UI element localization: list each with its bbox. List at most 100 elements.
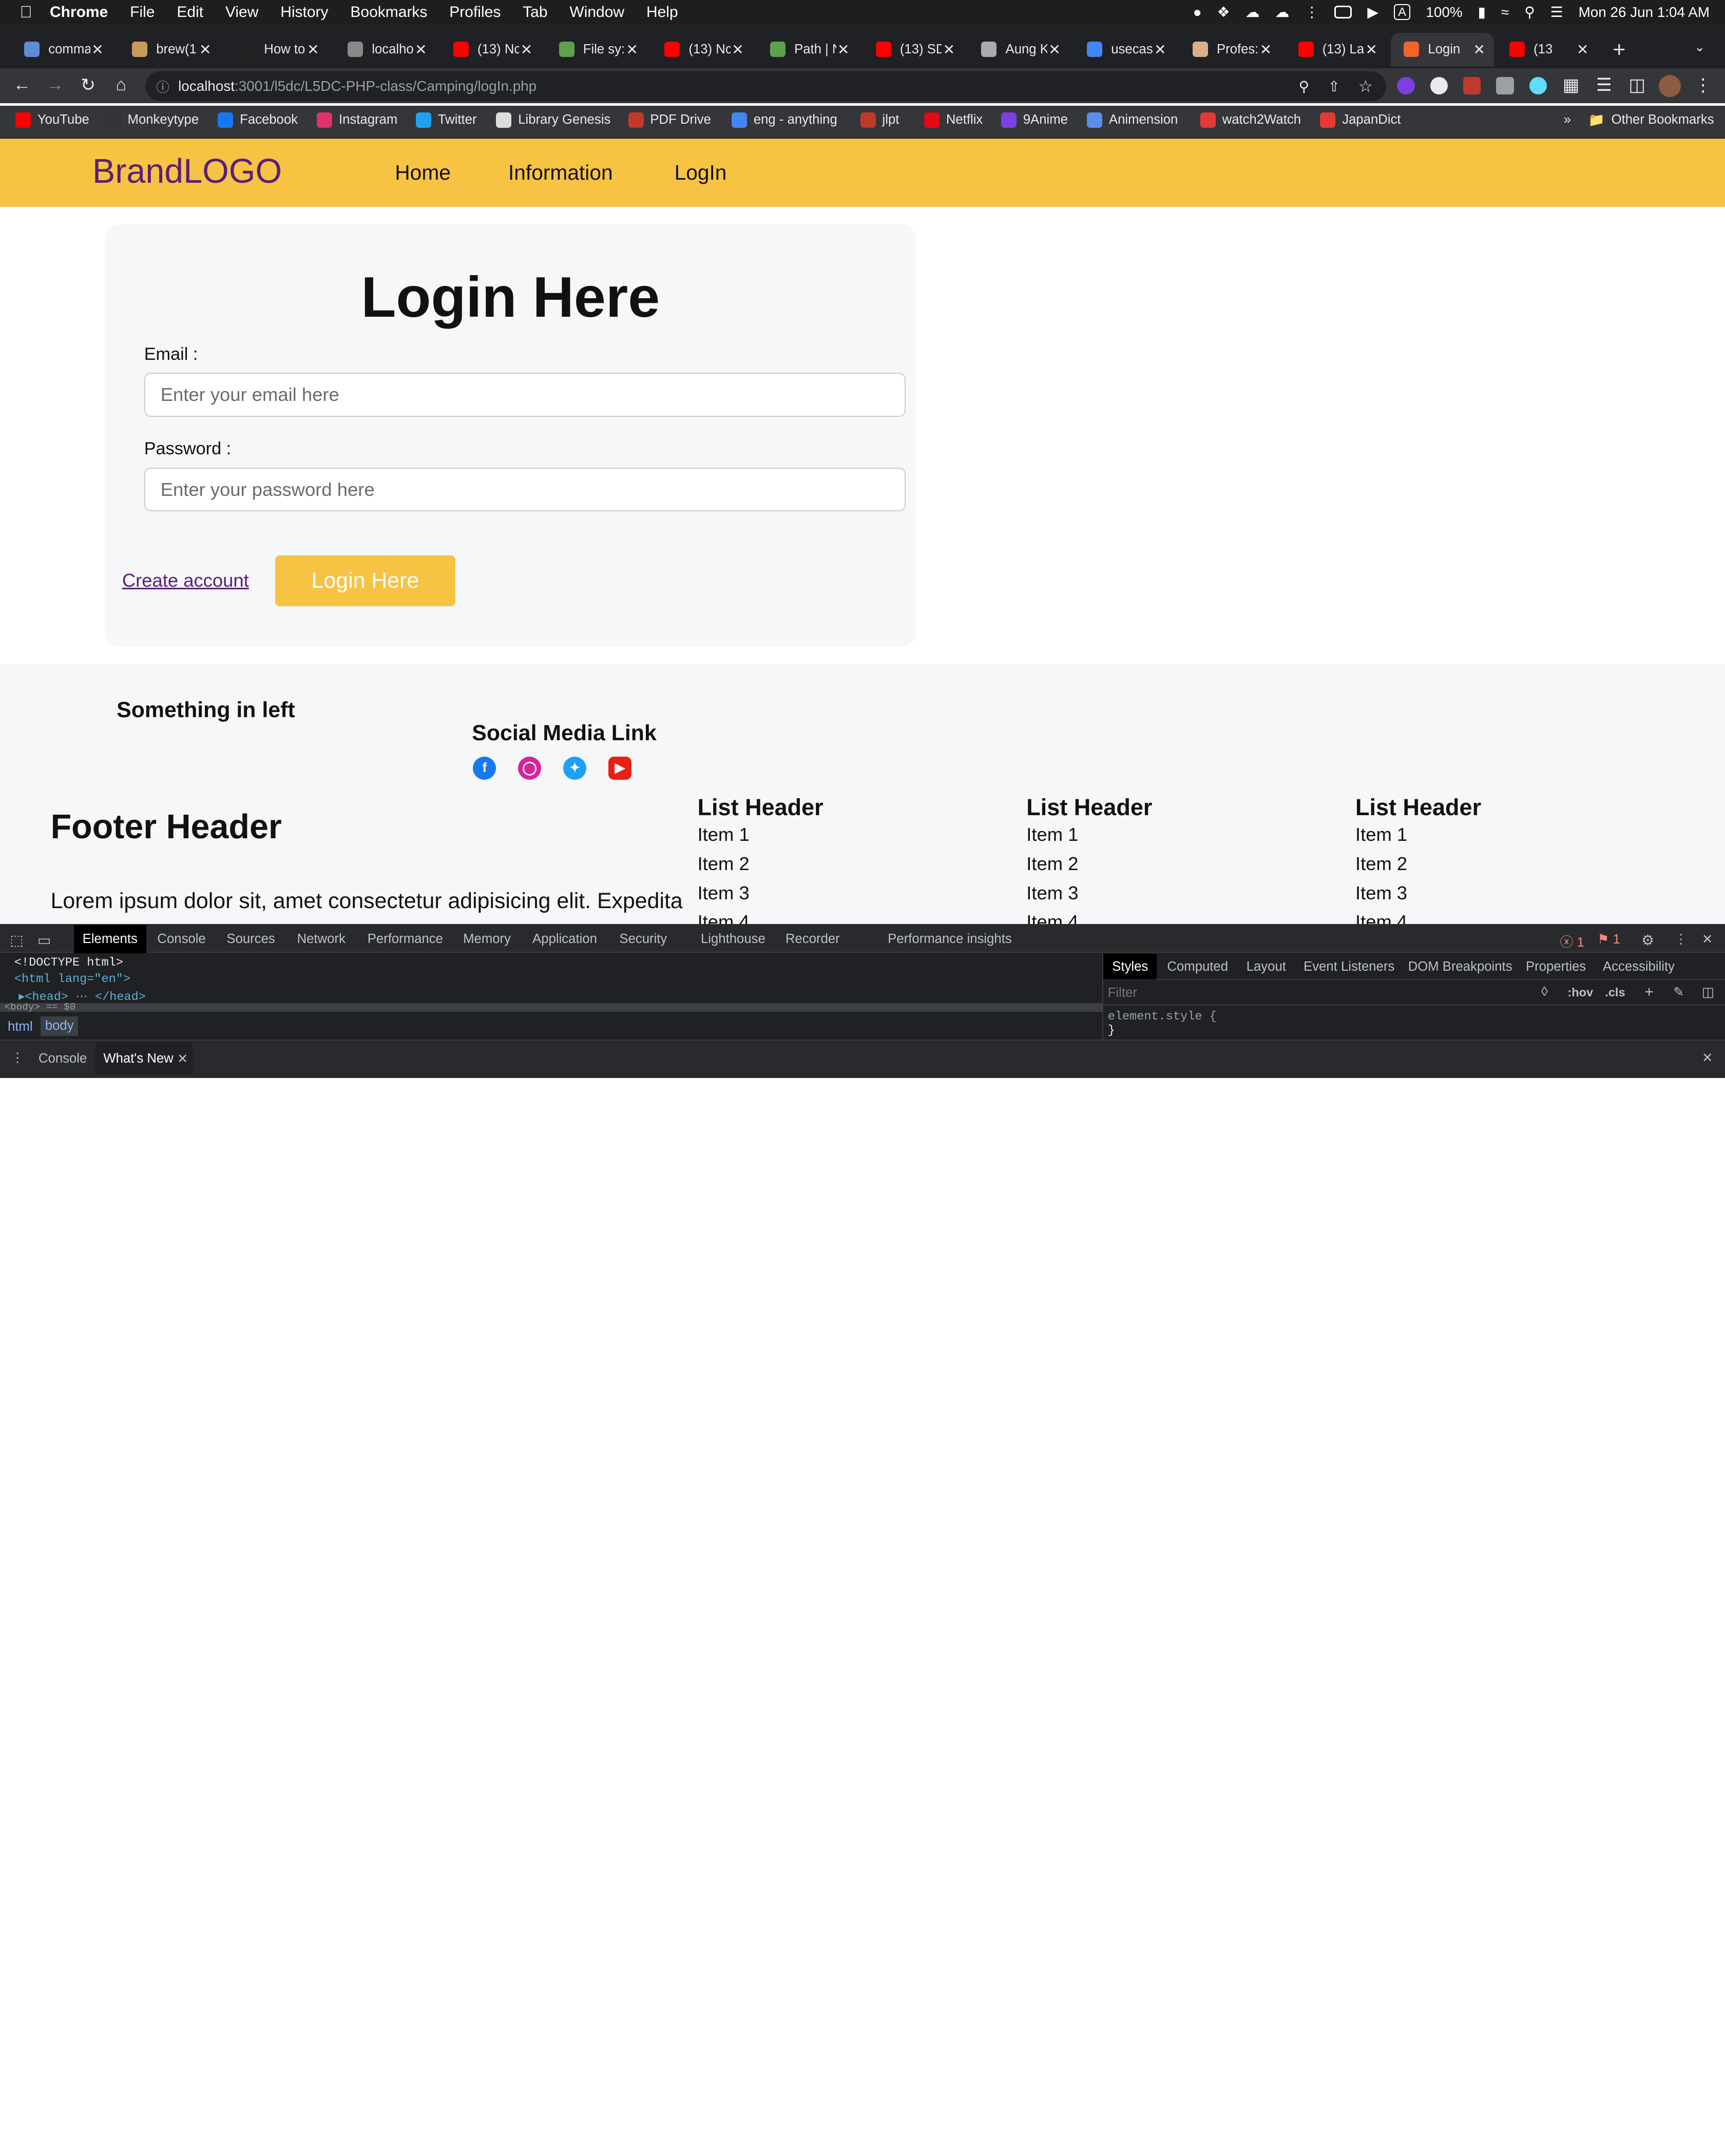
menu-bookmarks[interactable]: Bookmarks [350, 4, 427, 21]
clock[interactable]: Mon 26 Jun 1:04 AM [1579, 4, 1710, 21]
list-item[interactable]: Item 2 [698, 853, 750, 875]
element-style-rule[interactable]: element.style {} [1108, 1010, 1217, 1037]
devtools-tab[interactable]: Security [619, 932, 667, 947]
devtools-menu-icon[interactable]: ⋮ [1674, 932, 1688, 947]
control-center-icon[interactable]: ☰ [1550, 4, 1563, 21]
bookmark-item[interactable]: Monkeytype [105, 112, 199, 128]
head-tag-line[interactable]: ▸<head> ⋯ </head> [18, 989, 146, 1004]
drawer-tab-console[interactable]: Console [39, 1051, 87, 1066]
drawer-menu-icon[interactable]: ⋮ [11, 1050, 24, 1066]
styles-subtab[interactable]: Styles [1103, 953, 1157, 980]
list-item[interactable]: Item 2 [1026, 853, 1078, 875]
drawer-close-icon[interactable]: ✕ [1702, 1050, 1713, 1066]
styles-subtab[interactable]: Event Listeners [1304, 959, 1394, 974]
other-bookmarks[interactable]: 📁 Other Bookmarks [1588, 112, 1714, 128]
devtools-tab[interactable]: Performance [368, 932, 443, 947]
list-item[interactable]: Item 4 [1355, 911, 1407, 924]
devtools-close-icon[interactable]: ✕ [1702, 932, 1713, 947]
search-icon[interactable]: ⚲ [1524, 4, 1535, 21]
youtube-icon[interactable]: ▶ [608, 757, 631, 780]
tab-close-icon[interactable]: ✕ [1577, 41, 1588, 58]
twitter-icon[interactable]: ✦ [563, 757, 587, 780]
forward-icon[interactable]: → [44, 75, 66, 95]
expand-arrow-icon[interactable]: ▸ [18, 990, 25, 1004]
breadcrumb-body[interactable]: body [41, 1016, 79, 1036]
tab-active[interactable]: Login ✕ [1390, 33, 1494, 66]
bookmarks-overflow-icon[interactable]: » [1564, 112, 1571, 127]
menu-help[interactable]: Help [646, 4, 678, 21]
tab-close-icon[interactable]: ✕ [91, 41, 103, 58]
tab-close-icon[interactable]: ✕ [837, 41, 849, 58]
devtools-tab[interactable]: Memory [463, 932, 511, 947]
reload-icon[interactable]: ↻ [77, 75, 99, 95]
browser-tab[interactable]: Profes: ✕ [1179, 33, 1280, 66]
browser-tab[interactable]: brew(1 ✕ [119, 33, 220, 66]
bookmark-item[interactable]: Instagram [317, 112, 397, 128]
bookmark-item[interactable]: Facebook [218, 112, 298, 128]
nav-link-information[interactable]: Information [508, 161, 613, 185]
site-info-icon[interactable]: ⓘ [156, 77, 169, 96]
create-account-link[interactable]: Create account [122, 570, 249, 591]
bookmark-item[interactable]: jlpt [860, 112, 899, 128]
react-devtools-icon[interactable] [1529, 76, 1547, 95]
browser-tab[interactable]: (13 ✕ [1496, 33, 1597, 66]
home-icon[interactable]: ⌂ [110, 75, 132, 95]
hov-toggle[interactable]: :hov [1567, 986, 1593, 999]
devtools-tab[interactable]: Sources [226, 932, 275, 947]
drawer-tab-whats-new[interactable]: What's New ✕ [95, 1042, 193, 1075]
login-button[interactable]: Login Here [275, 555, 456, 606]
breadcrumb-html[interactable]: html [8, 1019, 33, 1034]
menu-tab[interactable]: Tab [523, 4, 547, 21]
tab-close-icon[interactable]: ✕ [626, 41, 638, 58]
browser-tab[interactable]: File sy: ✕ [546, 33, 647, 66]
browser-tab[interactable]: (13) Nc ✕ [440, 33, 541, 66]
layers-icon[interactable]: ◊ [1541, 985, 1548, 999]
image-extension-icon[interactable] [1496, 76, 1514, 95]
settings-gear-icon[interactable]: ⚙ [1641, 932, 1654, 949]
styles-filter-input[interactable] [1107, 983, 1526, 1004]
tab-close-icon[interactable]: ✕ [1260, 41, 1272, 58]
profile-avatar[interactable] [1659, 74, 1681, 97]
browser-tab[interactable]: Path | N✕ [757, 33, 858, 66]
address-bar[interactable]: ⓘ localhost:3001/l5dc/L5DC-PHP-class/Cam… [145, 71, 1386, 102]
side-panel-icon[interactable]: ◫ [1626, 75, 1648, 95]
browser-tab[interactable]: How to ✕ [226, 33, 328, 66]
browser-tab[interactable]: (13) Nc ✕ [651, 33, 753, 66]
wifi-icon[interactable]: ≈ [1501, 4, 1509, 21]
browser-tab[interactable]: (13) SD ✕ [862, 33, 964, 66]
menu-edit[interactable]: Edit [177, 4, 203, 21]
inspect-element-icon[interactable]: ⬚ [10, 932, 23, 949]
tab-close-icon[interactable]: ✕ [1366, 41, 1377, 58]
errors-badge[interactable]: ⓧ 1 [1560, 932, 1584, 951]
menu-history[interactable]: History [280, 4, 328, 21]
devtools-tab[interactable]: Network [297, 932, 346, 947]
email-field[interactable] [144, 373, 906, 417]
close-tab-icon[interactable]: ✕ [177, 1051, 188, 1067]
styles-subtab[interactable]: DOM Breakpoints [1408, 959, 1512, 974]
list-item[interactable]: Item 3 [1026, 882, 1078, 904]
devtools-tab[interactable]: Application [532, 932, 597, 947]
list-item[interactable]: Item 4 [698, 911, 750, 924]
devtools-tab[interactable]: Lighthouse [701, 932, 765, 947]
tab-close-icon[interactable]: ✕ [415, 41, 427, 58]
tab-close-icon[interactable]: ✕ [199, 41, 211, 58]
list-item[interactable]: Item 2 [1355, 853, 1407, 875]
menu-view[interactable]: View [225, 4, 258, 21]
bookmark-item[interactable]: 9Anime [1001, 112, 1068, 128]
bookmark-item[interactable]: watch2Watch [1200, 112, 1301, 128]
zoom-icon[interactable]: ⚲ [1299, 78, 1309, 95]
instagram-icon[interactable]: ◯ [518, 757, 542, 780]
devtools-tab[interactable]: Console [157, 932, 205, 947]
menu-app-chrome[interactable]: Chrome [50, 4, 108, 21]
bookmark-item[interactable]: Library Genesis [496, 112, 610, 128]
devtools-tab[interactable]: Recorder [785, 932, 840, 947]
bookmark-item[interactable]: YouTube [15, 112, 89, 128]
list-item[interactable]: Item 1 [698, 824, 750, 845]
pdf-extension-icon[interactable] [1463, 76, 1481, 95]
input-source-icon[interactable]: A [1393, 4, 1411, 21]
brand-logo[interactable]: BrandLOGO [92, 152, 282, 191]
new-tab-icon[interactable]: + [1613, 37, 1625, 63]
list-item[interactable]: Item 1 [1026, 824, 1078, 845]
list-item[interactable]: Item 1 [1355, 824, 1407, 845]
extension-icon[interactable] [1397, 76, 1415, 95]
